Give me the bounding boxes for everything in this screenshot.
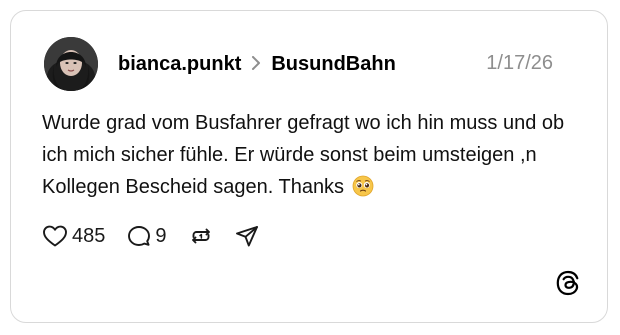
share-button[interactable] [235,224,259,248]
avatar[interactable] [44,37,98,91]
action-bar: 485 9 [42,221,281,251]
post-date[interactable]: 1/17/26 [486,52,553,75]
threads-logo-icon[interactable] [555,270,581,296]
like-count: 485 [72,224,106,247]
post-text: Wurde grad vom Busfahrer gefragt wo ich … [42,112,565,198]
avatar-image [44,37,98,91]
reply-button[interactable]: 9 [127,224,167,248]
pleading-face-emoji [352,175,374,197]
heart-icon [43,225,67,247]
send-icon [235,226,258,247]
repost-button[interactable] [189,224,213,248]
post-body: Wurde grad vom Busfahrer gefragt wo ich … [42,107,582,203]
post-header: bianca.punkt BusundBahn [118,51,396,77]
post-card: bianca.punkt BusundBahn 1/17/26 Wurde gr… [10,10,608,323]
community-link[interactable]: BusundBahn [271,53,395,76]
reply-count: 9 [155,224,167,247]
chevron-right-icon [251,54,261,75]
like-button[interactable]: 485 [42,224,105,248]
repost-icon [191,228,210,244]
comment-icon [128,226,151,246]
username-link[interactable]: bianca.punkt [118,53,241,76]
